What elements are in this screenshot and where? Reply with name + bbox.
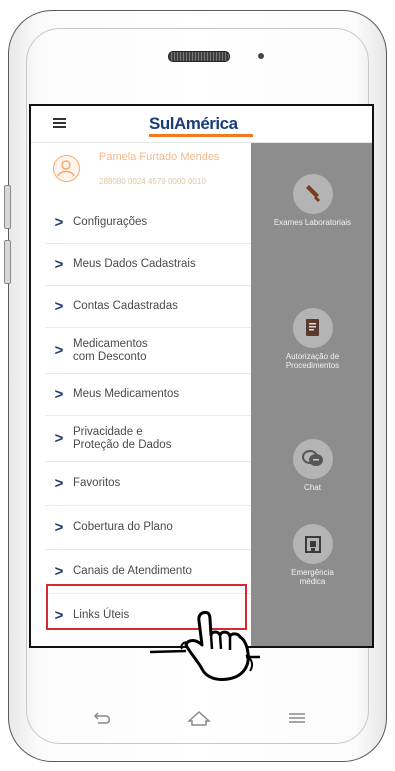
menu-item-favoritos[interactable]: > Favoritos [45,462,251,506]
quick-action-label: Chat [304,483,321,492]
quick-action-label: Autorização de Procedimentos [285,352,340,370]
menu-item-label: Favoritos [73,477,121,489]
menu-icon[interactable] [286,708,308,728]
user-card-number: 288080 0024 4579 0000 0010 [99,177,206,186]
app-header: SulAmérica [31,106,372,143]
chat-icon [292,439,333,479]
app-screen: Exames Laboratoriais Autorização de Proc… [29,104,374,648]
menu-item-meus-medicamentos[interactable]: > Meus Medicamentos [45,374,251,416]
menu-item-label: Privacidade e Proteção de Dados [73,425,172,451]
avatar-icon[interactable] [53,155,80,182]
volume-button-down [4,240,11,284]
menu-item-configuracoes[interactable]: > Configurações [45,202,251,244]
menu-item-cobertura[interactable]: > Cobertura do Plano [45,506,251,550]
menu-item-privacidade[interactable]: > Privacidade e Proteção de Dados [45,416,251,462]
chevron-right-icon: > [54,256,64,273]
menu-item-contas[interactable]: > Contas Cadastradas [45,286,251,328]
navigation-drawer: Pamela Furtado Mendes 288080 0024 4579 0… [31,143,251,646]
hamburger-menu-icon[interactable] [53,118,66,128]
speaker-grille [168,51,230,62]
quick-action-autorizacao[interactable]: Autorização de Procedimentos [251,308,372,370]
menu-item-label: Cobertura do Plano [73,521,173,533]
quick-action-exames[interactable]: Exames Laboratoriais [251,174,372,228]
chevron-right-icon: > [54,563,64,580]
home-icon[interactable] [186,708,212,728]
user-name: Pamela Furtado Mendes [99,151,220,163]
brand-underline [149,134,253,137]
quick-action-emergencia[interactable]: Emergência médica [251,524,372,586]
quick-action-chat[interactable]: Chat [251,439,372,493]
brand-logo: SulAmérica [149,114,238,133]
quick-action-label: Emergência médica [291,568,334,586]
chevron-right-icon: > [54,386,64,403]
hospital-icon [292,524,333,564]
menu-item-label: Medicamentos com Desconto [73,337,148,363]
menu-item-label: Configurações [73,216,148,228]
volume-button [4,185,11,229]
chevron-right-icon: > [54,475,64,492]
document-icon [292,308,333,348]
chevron-right-icon: > [54,342,64,359]
menu-item-medicamentos-desconto[interactable]: > Medicamentos com Desconto [45,328,251,374]
menu-item-label: Meus Medicamentos [73,388,180,400]
quick-action-label: Exames Laboratoriais [273,218,352,227]
test-tube-icon [292,174,333,214]
back-icon[interactable] [92,708,114,728]
menu-item-label: Contas Cadastradas [73,300,178,312]
chevron-right-icon: > [54,430,64,447]
chevron-right-icon: > [54,214,64,231]
chevron-right-icon: > [54,519,64,536]
menu-item-label: Canais de Atendimento [73,565,192,577]
pointing-hand-icon [150,611,260,681]
chevron-right-icon: > [54,298,64,315]
menu-item-meus-dados[interactable]: > Meus Dados Cadastrais [45,244,251,286]
menu-item-label: Meus Dados Cadastrais [73,258,196,270]
front-camera [258,53,264,59]
